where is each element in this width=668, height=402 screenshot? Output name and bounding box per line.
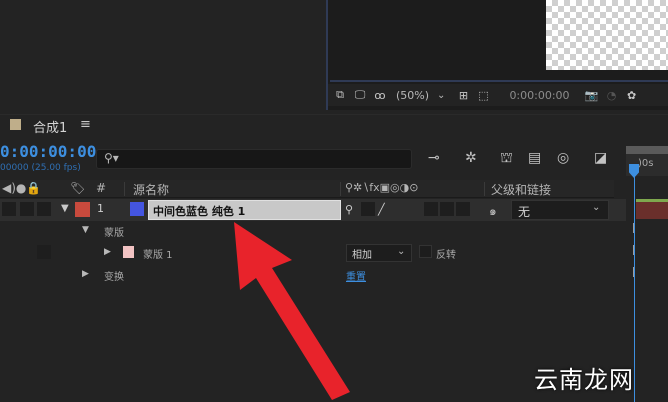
draft-3d-icon[interactable]: ✲ — [465, 150, 477, 166]
frame-blend-switch[interactable] — [440, 202, 454, 216]
current-time-display[interactable]: 0:00:00:00 — [0, 142, 96, 161]
video-toggle[interactable] — [2, 202, 16, 216]
viewer-toolbar: ⧉ 🖵 ꝏ (50%) ⌄ ⊞ ⬚ 0:00:00:00 📷 ◔ ✿ — [328, 84, 668, 106]
column-divider — [340, 182, 341, 196]
expand-triangle-right-icon[interactable]: ▶ — [104, 247, 111, 257]
monitor-icon[interactable]: 🖵 — [352, 88, 368, 102]
mask-invert-label: 反转 — [436, 250, 456, 261]
mask-visibility-icon[interactable]: ꝏ — [372, 88, 388, 102]
label-tag-icon: 🏷 — [70, 181, 86, 195]
snapshot-icon[interactable]: 📷 — [584, 88, 600, 102]
pick-whip-icon[interactable]: ๑ — [489, 202, 497, 221]
masks-group-label[interactable]: 蒙版 — [104, 224, 124, 239]
transform-group-label[interactable]: 变换 — [104, 268, 124, 283]
show-snapshot-icon[interactable]: ◔ — [604, 88, 620, 102]
column-divider — [484, 182, 485, 196]
shy-switch-icon[interactable]: ⚲ — [345, 203, 353, 216]
expand-triangle-icon[interactable]: ▼ — [61, 203, 69, 214]
expand-triangle-right-icon[interactable]: ▶ — [82, 269, 89, 279]
work-area-bar[interactable] — [626, 146, 668, 154]
grid-guides-icon[interactable]: ⊞ — [455, 88, 471, 102]
layer-bar-top-edge — [636, 199, 668, 202]
transparency-grid — [546, 0, 668, 70]
frame-blending-icon[interactable]: ▤ — [528, 150, 541, 166]
layer-number: 1 — [97, 202, 104, 215]
layer-number-header: # — [96, 181, 107, 195]
layer-label-color[interactable] — [75, 202, 90, 217]
panel-menu-icon[interactable]: ≡ — [80, 117, 91, 132]
effects-switch[interactable] — [424, 202, 438, 216]
watermark-text: 云南龙网 — [534, 366, 634, 394]
graph-editor-icon[interactable]: ◪ — [594, 150, 607, 166]
audio-toggle[interactable] — [20, 202, 34, 216]
viewer-timecode[interactable]: 0:00:00:00 — [509, 89, 569, 102]
ruler-label: )0s — [638, 158, 654, 169]
layer-name-text[interactable]: 中间色蓝色 纯色 1 — [153, 203, 245, 219]
mask-name[interactable]: 蒙版 1 — [143, 246, 173, 261]
timeline-tab-bar — [0, 114, 668, 138]
chevron-down-icon[interactable]: ⌄ — [592, 202, 600, 213]
source-name-header[interactable]: 源名称 — [133, 181, 169, 198]
region-of-interest-icon[interactable]: ⬚ — [475, 88, 491, 102]
parent-link-header: 父级和链接 — [491, 183, 552, 197]
comp-mini-flowchart-icon[interactable]: ⊸ — [428, 150, 440, 166]
always-preview-icon[interactable]: ⧉ — [332, 88, 348, 102]
search-icon: ⚲▾ — [104, 151, 119, 165]
solo-toggle[interactable] — [37, 202, 51, 216]
chevron-down-icon[interactable]: ⌄ — [437, 90, 445, 101]
collapse-switch[interactable] — [361, 202, 375, 216]
mask-invert-checkbox[interactable] — [419, 245, 432, 258]
color-channels-icon[interactable]: ✿ — [624, 88, 640, 102]
parent-value: 无 — [518, 205, 531, 219]
mask-color-swatch[interactable] — [123, 246, 134, 258]
comp-label-swatch — [10, 119, 21, 130]
chevron-down-icon[interactable]: ⌄ — [397, 246, 405, 257]
project-panel — [0, 0, 326, 110]
motion-blur-icon[interactable]: ◎ — [557, 150, 569, 166]
tab-comp-1[interactable]: 合成1 — [33, 117, 67, 136]
current-time-indicator-line[interactable] — [634, 176, 635, 402]
hide-shy-layers-icon[interactable]: ⛫ — [500, 150, 513, 168]
quality-switch-icon[interactable]: ╱ — [378, 203, 385, 216]
expand-triangle-icon[interactable]: ▼ — [82, 225, 89, 235]
layer-duration-bar[interactable] — [636, 201, 668, 219]
switches-header-icons: ⚲✲∖fx▣◎◑⊙ — [345, 181, 419, 194]
layer-search-input[interactable] — [96, 149, 412, 169]
mask-solo-toggle[interactable] — [37, 245, 51, 259]
zoom-select[interactable]: (50%) — [392, 89, 433, 102]
motion-blur-switch[interactable] — [456, 202, 470, 216]
column-divider — [124, 182, 125, 196]
solid-layer-icon — [130, 202, 144, 216]
frame-rate-label: 00000 (25.00 fps) — [0, 163, 81, 173]
av-features-icons: ◀)●🔒 — [2, 181, 42, 195]
annotation-arrow — [234, 222, 350, 400]
